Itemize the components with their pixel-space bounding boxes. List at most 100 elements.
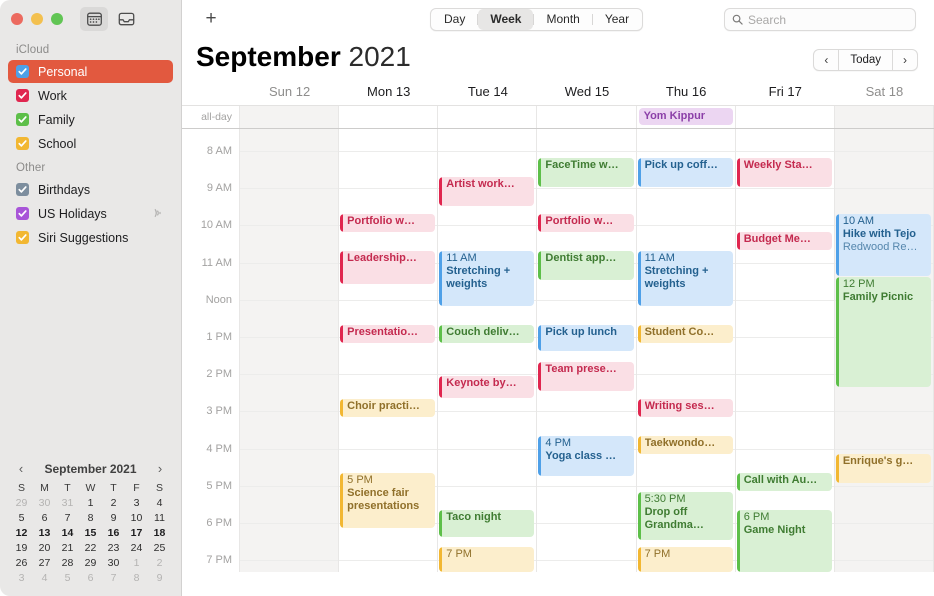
mini-calendar-day[interactable]: 8: [79, 511, 102, 526]
mini-calendar-day[interactable]: 26: [10, 556, 33, 571]
day-column[interactable]: Pick up coff… 11 AM Stretching + weights St…: [636, 129, 736, 572]
calendar-event[interactable]: 11 AM Stretching + weights: [637, 251, 733, 306]
mini-calendar-day[interactable]: 29: [10, 496, 33, 511]
mini-calendar-day[interactable]: 9: [148, 571, 171, 586]
all-day-event[interactable]: Yom Kippur: [638, 108, 733, 125]
calendar-event[interactable]: Taco night: [439, 510, 535, 537]
mini-calendar-day[interactable]: 2: [102, 496, 125, 511]
mini-calendar-day[interactable]: 5: [56, 571, 79, 586]
calendar-event[interactable]: Student Co…: [637, 325, 733, 343]
mini-calendar-day[interactable]: 20: [33, 541, 56, 556]
calendar-checkbox[interactable]: [16, 207, 29, 220]
calendar-event[interactable]: 4 PM Yoga class …: [538, 436, 634, 476]
mini-calendar-day[interactable]: 14: [56, 526, 79, 541]
tab-month[interactable]: Month: [534, 9, 591, 30]
sidebar-item-school[interactable]: School: [8, 132, 173, 155]
mini-calendar-day[interactable]: 8: [125, 571, 148, 586]
mini-calendar-day[interactable]: 30: [33, 496, 56, 511]
calendar-checkbox[interactable]: [16, 183, 29, 196]
calendar-event[interactable]: Taekwondo…: [637, 436, 733, 454]
today-button[interactable]: Today: [838, 50, 893, 70]
calendar-event[interactable]: Leadership…: [340, 251, 436, 284]
calendar-event[interactable]: Writing ses…: [637, 399, 733, 417]
calendar-event[interactable]: Budget Me…: [736, 232, 832, 250]
day-column[interactable]: 10 AM Hike with Tejo Redwood Re… 12 PM Famil…: [834, 129, 934, 572]
next-week-button[interactable]: ›: [893, 50, 917, 70]
calendar-checkbox[interactable]: [16, 113, 29, 126]
mini-calendar-day[interactable]: 24: [125, 541, 148, 556]
calendar-event[interactable]: 7 PM: [637, 547, 733, 572]
mini-calendar-day[interactable]: 4: [148, 496, 171, 511]
calendar-event[interactable]: FaceTime w…: [538, 158, 634, 187]
mini-calendar-day[interactable]: 3: [10, 571, 33, 586]
mini-calendar-day[interactable]: 22: [79, 541, 102, 556]
mini-calendar-day[interactable]: 4: [33, 571, 56, 586]
day-header[interactable]: Tue 14: [438, 84, 537, 105]
tab-week[interactable]: Week: [478, 9, 534, 30]
mini-calendar-day[interactable]: 17: [125, 526, 148, 541]
mini-calendar-day[interactable]: 18: [148, 526, 171, 541]
add-event-button[interactable]: +: [200, 8, 222, 30]
close-button[interactable]: [11, 13, 23, 25]
mini-calendar-day[interactable]: 11: [148, 511, 171, 526]
mini-calendar-day[interactable]: 6: [79, 571, 102, 586]
mini-calendar-day[interactable]: 5: [10, 511, 33, 526]
calendar-event[interactable]: 11 AM Stretching + weights: [439, 251, 535, 306]
day-column[interactable]: Portfolio w… Leadership… Presentatio… Choir…: [339, 129, 439, 572]
all-day-cell[interactable]: [537, 106, 637, 128]
mini-calendar-day[interactable]: 19: [10, 541, 33, 556]
sidebar-item-work[interactable]: Work: [8, 84, 173, 107]
calendar-event[interactable]: 7 PM: [439, 547, 535, 572]
sidebar-item-personal[interactable]: Personal: [8, 60, 173, 83]
calendar-event[interactable]: Weekly Sta…: [736, 158, 832, 187]
mini-calendar-day[interactable]: 9: [102, 511, 125, 526]
calendar-event[interactable]: 5:30 PM Drop off Grandma…: [637, 492, 733, 540]
calendar-checkbox[interactable]: [16, 231, 29, 244]
calendar-event[interactable]: Call with Au…: [736, 473, 832, 491]
calendar-event[interactable]: Couch deliv…: [439, 325, 535, 343]
day-column[interactable]: Weekly Sta… Budget Me… Call with Au… 6 PM Ga…: [735, 129, 835, 572]
mini-calendar-day[interactable]: 10: [125, 511, 148, 526]
mini-calendar-day[interactable]: 7: [56, 511, 79, 526]
mini-calendar-day[interactable]: 3: [125, 496, 148, 511]
mini-calendar-day[interactable]: 15: [79, 526, 102, 541]
previous-week-button[interactable]: ‹: [814, 50, 838, 70]
mini-calendar-day[interactable]: 23: [102, 541, 125, 556]
mini-calendar-day[interactable]: 1: [125, 556, 148, 571]
calendar-event[interactable]: Artist work…: [439, 177, 535, 206]
calendar-checkbox[interactable]: [16, 65, 29, 78]
calendar-event[interactable]: Dentist app…: [538, 251, 634, 280]
mini-calendar-day[interactable]: 12: [10, 526, 33, 541]
day-column[interactable]: [240, 129, 340, 572]
all-day-cell[interactable]: [834, 106, 934, 128]
day-header[interactable]: Wed 15: [537, 84, 636, 105]
inbox-icon[interactable]: [112, 7, 140, 31]
day-header[interactable]: Mon 13: [339, 84, 438, 105]
mini-calendar-day[interactable]: 25: [148, 541, 171, 556]
minimize-button[interactable]: [31, 13, 43, 25]
calendar-event[interactable]: Pick up coff…: [637, 158, 733, 187]
mini-calendar-day[interactable]: 30: [102, 556, 125, 571]
sidebar-item-us-holidays[interactable]: US Holidays: [8, 202, 173, 225]
calendar-event[interactable]: Portfolio w…: [538, 214, 634, 232]
calendar-event[interactable]: 6 PM Game Night: [736, 510, 832, 572]
mini-calendar-day[interactable]: 1: [79, 496, 102, 511]
all-day-cell[interactable]: [438, 106, 538, 128]
mini-calendar-day[interactable]: 28: [56, 556, 79, 571]
mini-calendar-day[interactable]: 2: [148, 556, 171, 571]
tab-day[interactable]: Day: [432, 9, 477, 30]
mini-calendar-day[interactable]: 7: [102, 571, 125, 586]
calendar-event[interactable]: Team prese…: [538, 362, 634, 391]
day-header[interactable]: Sat 18: [835, 84, 934, 105]
all-day-cell[interactable]: Yom Kippur: [637, 106, 736, 128]
sidebar-item-family[interactable]: Family: [8, 108, 173, 131]
mini-calendar-day[interactable]: 13: [33, 526, 56, 541]
calendar-event[interactable]: Portfolio w…: [340, 214, 436, 232]
calendar-checkbox[interactable]: [16, 137, 29, 150]
calendar-event[interactable]: Choir practi…: [340, 399, 436, 417]
all-day-cell[interactable]: [240, 106, 340, 128]
calendar-event[interactable]: Pick up lunch: [538, 325, 634, 351]
all-day-cell[interactable]: [339, 106, 439, 128]
tab-year[interactable]: Year: [593, 9, 641, 30]
day-column[interactable]: Artist work… 11 AM Stretching + weights Cou…: [438, 129, 538, 572]
